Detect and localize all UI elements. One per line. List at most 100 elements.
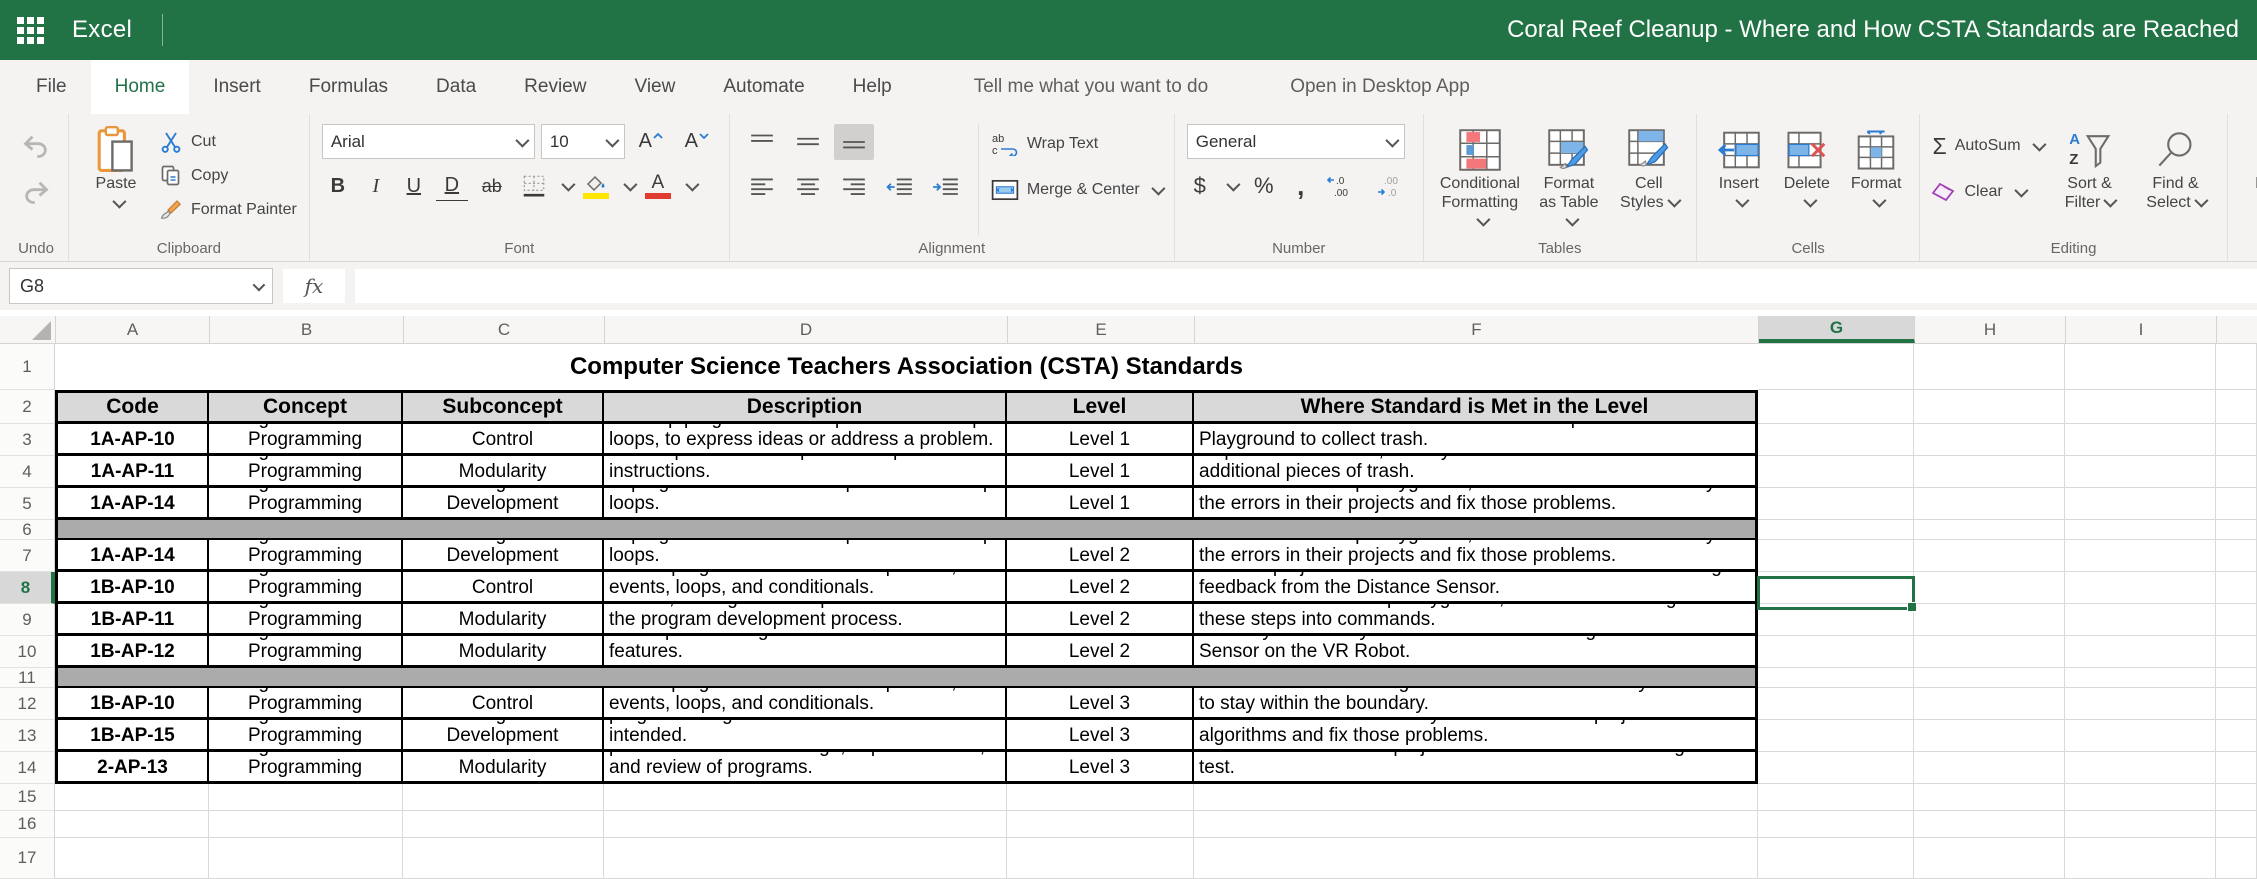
borders-button[interactable] xyxy=(516,168,552,204)
column-header-C[interactable]: C xyxy=(404,316,605,343)
column-header-B[interactable]: B xyxy=(210,316,404,343)
cell-J12[interactable] xyxy=(2216,688,2257,720)
row-header-16[interactable]: 16 xyxy=(0,811,55,838)
cell-J9[interactable] xyxy=(2216,604,2257,636)
cell-I6[interactable] xyxy=(2065,520,2216,540)
cell-J17[interactable] xyxy=(2216,838,2257,879)
currency-chevron[interactable] xyxy=(1226,178,1240,192)
tab-automate[interactable]: Automate xyxy=(699,60,828,114)
cell-A3[interactable]: 1A-AP-10 xyxy=(55,424,209,456)
cell-C10[interactable]: Modularity xyxy=(403,636,604,668)
cell-I11[interactable] xyxy=(2065,668,2216,688)
copy-button[interactable]: Copy xyxy=(159,160,228,192)
cell-G14[interactable] xyxy=(1758,752,1914,784)
cell-G11[interactable] xyxy=(1758,668,1914,688)
cell-F3[interactable]: the VR Robot around the Coral Reef Clean… xyxy=(1194,424,1758,456)
font-color-chevron[interactable] xyxy=(685,178,699,192)
percent-format-button[interactable]: % xyxy=(1247,171,1281,201)
align-right-button[interactable] xyxy=(834,169,874,205)
select-all-corner[interactable] xyxy=(0,316,56,343)
cell-F8[interactable]: create a project where the VR Robot coll… xyxy=(1194,572,1758,604)
cell-G17[interactable] xyxy=(1758,838,1914,879)
cell-D4[interactable]: solve a problem into a precise sequence … xyxy=(604,456,1007,488)
tab-help[interactable]: Help xyxy=(829,60,916,114)
borders-chevron[interactable] xyxy=(561,178,575,192)
cell-D9[interactable]: smaller, manageable subproblems to facil… xyxy=(604,604,1007,636)
cell-H6[interactable] xyxy=(1914,520,2065,540)
header-cell-level[interactable]: Level xyxy=(1007,390,1194,424)
row-header-11[interactable]: 11 xyxy=(0,668,55,688)
cell-G15[interactable] xyxy=(1758,784,1914,811)
row-header-2[interactable]: 2 xyxy=(0,390,55,424)
cell-H8[interactable] xyxy=(1914,572,2065,604)
cell-E12[interactable]: Level 3 xyxy=(1007,688,1194,720)
cell-H10[interactable] xyxy=(1914,636,2065,668)
row-header-4[interactable]: 4 xyxy=(0,456,55,488)
cell-F17[interactable] xyxy=(1194,838,1758,879)
cell-H17[interactable] xyxy=(1914,838,2065,879)
wrap-text-button[interactable]: abc Wrap Text xyxy=(991,128,1162,160)
cell-I1[interactable] xyxy=(2065,344,2216,390)
cell-A4[interactable]: 1A-AP-11 xyxy=(55,456,209,488)
cell-J15[interactable] xyxy=(2216,784,2257,811)
cell-D8[interactable]: Create programs that include sequences,e… xyxy=(604,572,1007,604)
row-header-5[interactable]: 5 xyxy=(0,488,55,520)
column-header-A[interactable]: A xyxy=(56,316,210,343)
cell-H9[interactable] xyxy=(1914,604,2065,636)
cell-E14[interactable]: Level 3 xyxy=(1007,752,1194,784)
increase-decimal-button[interactable]: .0.00 xyxy=(1321,168,1361,204)
font-size-select[interactable]: 10 xyxy=(541,124,625,159)
align-bottom-button[interactable] xyxy=(834,124,874,160)
find-select-button[interactable]: Find &Select xyxy=(2137,124,2215,214)
cell-J16[interactable] xyxy=(2216,811,2257,838)
cell-J4[interactable] xyxy=(2216,456,2257,488)
cell-H2[interactable] xyxy=(1914,390,2065,424)
cell-E5[interactable]: Level 1 xyxy=(1007,488,1194,520)
ideas-button[interactable]: Ideas xyxy=(2240,124,2257,195)
cell-E13[interactable]: Level 3 xyxy=(1007,720,1194,752)
cell-D14[interactable]: parts to facilitate the design, implemen… xyxy=(604,752,1007,784)
cell-I5[interactable] xyxy=(2065,488,2216,520)
cell-F13[interactable]: Students will need to identify the error… xyxy=(1194,720,1758,752)
cell-G4[interactable] xyxy=(1758,456,1914,488)
cell-J2[interactable] xyxy=(2216,390,2257,424)
row-header-10[interactable]: 10 xyxy=(0,636,55,668)
cell-F4[interactable]: steps into commands, as they drive the V… xyxy=(1194,456,1758,488)
cell-H13[interactable] xyxy=(1914,720,2065,752)
cell-G6[interactable] xyxy=(1758,520,1914,540)
cell-styles-button[interactable]: CellStyles xyxy=(1614,124,1684,214)
cell-A14[interactable]: 2-AP-13 xyxy=(55,752,209,784)
cell-B15[interactable] xyxy=(209,784,403,811)
decrease-font-size-button[interactable]: A xyxy=(677,127,717,157)
formula-input[interactable] xyxy=(355,269,2257,303)
tell-me-box[interactable]: Tell me what you want to do xyxy=(950,60,1232,114)
redo-button[interactable] xyxy=(16,174,56,210)
cell-J3[interactable] xyxy=(2216,424,2257,456)
sheet-title-cell[interactable]: Computer Science Teachers Association (C… xyxy=(55,344,1758,390)
format-as-table-button[interactable]: Formatas Table xyxy=(1532,124,1606,233)
header-cell-subconcept[interactable]: Subconcept xyxy=(403,390,604,424)
decrease-decimal-button[interactable]: .00.0 xyxy=(1371,168,1411,204)
cell-B16[interactable] xyxy=(209,811,403,838)
cell-B10[interactable]: Algorithms andProgramming xyxy=(209,636,403,668)
cell-I15[interactable] xyxy=(2065,784,2216,811)
cell-I9[interactable] xyxy=(2065,604,2216,636)
row-header-17[interactable]: 17 xyxy=(0,838,55,879)
tab-insert[interactable]: Insert xyxy=(189,60,285,114)
cell-J14[interactable] xyxy=(2216,752,2257,784)
row-header-1[interactable]: 1 xyxy=(0,344,55,390)
cell-B14[interactable]: Algorithms andProgramming xyxy=(209,752,403,784)
cell-C17[interactable] xyxy=(403,838,604,879)
row-header-15[interactable]: 15 xyxy=(0,784,55,811)
row-header-7[interactable]: 7 xyxy=(0,540,55,572)
selected-cell-outline[interactable] xyxy=(1757,576,1915,610)
cell-E9[interactable]: Level 2 xyxy=(1007,604,1194,636)
increase-indent-button[interactable] xyxy=(926,169,966,205)
decrease-indent-button[interactable] xyxy=(880,169,920,205)
row-header-13[interactable]: 13 xyxy=(0,720,55,752)
row-header-14[interactable]: 14 xyxy=(0,752,55,784)
cell-I7[interactable] xyxy=(2065,540,2216,572)
cell-C15[interactable] xyxy=(403,784,604,811)
cell-I4[interactable] xyxy=(2065,456,2216,488)
cell-A10[interactable]: 1B-AP-12 xyxy=(55,636,209,668)
